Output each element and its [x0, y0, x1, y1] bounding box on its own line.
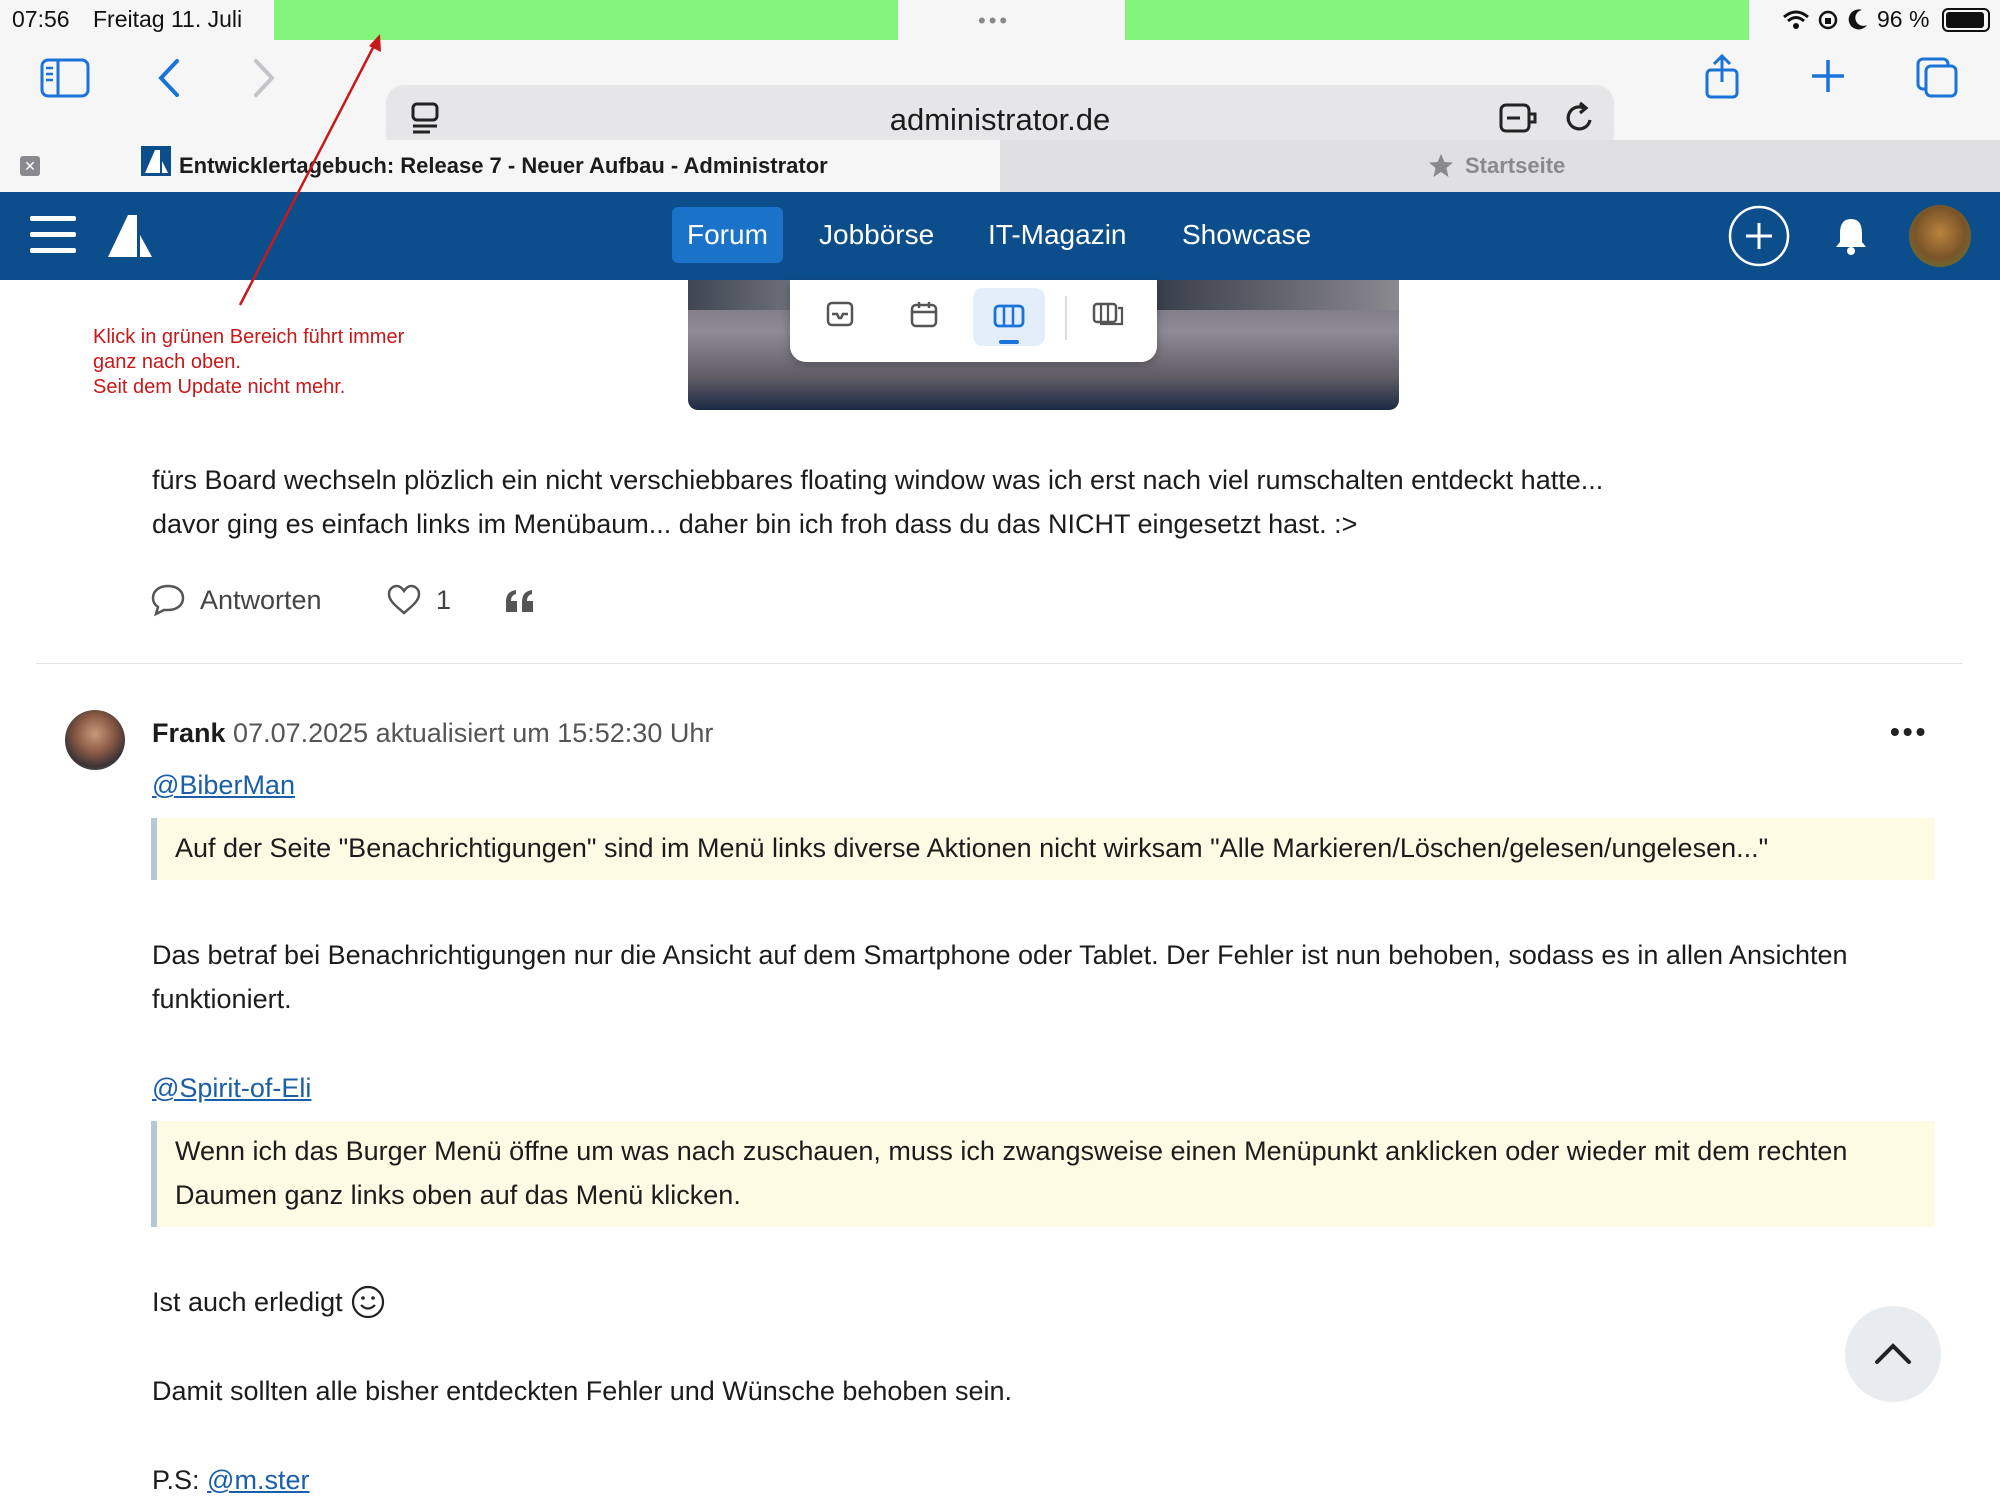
tab-overview-icon[interactable] — [1915, 56, 1959, 98]
post-paragraph-1: Das betraf bei Benachrichtigungen nur di… — [152, 940, 1848, 1014]
scroll-to-top-button[interactable] — [1845, 1306, 1941, 1402]
back-icon[interactable] — [155, 57, 181, 99]
chevron-up-icon — [1875, 1343, 1911, 1364]
post-paragraph-3: Damit sollten alle bisher entdeckten Feh… — [152, 1376, 1013, 1406]
post-header: Frank 07.07.2025 aktualisiert um 15:52:3… — [152, 716, 713, 750]
heart-icon — [387, 584, 421, 615]
ps-prefix: P.S: — [152, 1465, 208, 1495]
annotation-arrow-icon — [238, 34, 381, 306]
wifi-icon — [1783, 10, 1809, 29]
post-meta: 07.07.2025 aktualisiert um 15:52:30 Uhr — [233, 718, 714, 748]
quote-block-2: Wenn ich das Burger Menü öffne um was na… — [151, 1121, 1935, 1227]
post-divider — [36, 663, 1962, 664]
burger-menu-icon[interactable] — [30, 214, 76, 256]
close-tab-icon[interactable]: ✕ — [20, 156, 40, 176]
tab-title-startseite: Startseite — [1465, 153, 1566, 178]
board-list-icon — [1092, 302, 1124, 326]
reply-button[interactable]: Antworten — [150, 580, 322, 620]
mention-biberman-wrap: @BiberMan — [152, 763, 295, 807]
annotation-line: ganz nach oben. — [93, 351, 241, 373]
author-avatar[interactable] — [65, 710, 125, 770]
battery-icon — [1942, 8, 1990, 32]
new-tab-icon[interactable] — [1810, 58, 1846, 94]
reload-icon[interactable] — [1563, 100, 1597, 136]
mention-spirit-wrap: @Spirit-of-Eli — [152, 1066, 311, 1110]
comment-icon — [151, 584, 185, 617]
nav-jobboerse[interactable]: Jobbörse — [804, 207, 949, 263]
post-ps: P.S: @m.ster — [152, 1458, 309, 1502]
user-avatar[interactable] — [1909, 205, 1971, 267]
author-name[interactable]: Frank — [152, 718, 226, 748]
nav-it-magazin[interactable]: IT-Magazin — [973, 207, 1142, 263]
quote-block-1: Auf der Seite "Benachrichtigungen" sind … — [151, 818, 1935, 880]
board-icon — [993, 304, 1025, 328]
post-image — [688, 280, 1399, 410]
mention-m-ster[interactable]: @m.ster — [207, 1465, 309, 1495]
url-text: administrator.de — [889, 102, 1111, 137]
smiley-icon — [351, 1285, 384, 1319]
nav-forum[interactable]: Forum — [672, 207, 783, 263]
share-icon[interactable] — [1703, 54, 1741, 100]
annotation-note: Klick in grünen Bereich führt immer ganz… — [93, 325, 404, 400]
tab-active[interactable]: ✕ Entwicklertagebuch: Release 7 - Neuer … — [0, 140, 1000, 192]
multitasking-dots[interactable]: ••• — [978, 8, 1010, 34]
post-paragraph-2: Ist auch erledigt — [152, 1287, 343, 1317]
floating-window-popup — [790, 280, 1157, 362]
like-button[interactable]: 1 — [386, 580, 451, 620]
post-paragraph-2-wrap: Ist auch erledigt — [152, 1280, 385, 1324]
site-favicon-icon — [141, 146, 171, 176]
previous-post-text: fürs Board wechseln plözlich ein nicht v… — [152, 458, 1603, 546]
board-view-active — [973, 288, 1045, 346]
quote-icon[interactable] — [503, 588, 537, 614]
add-icon[interactable] — [1728, 205, 1790, 267]
previous-post-line: davor ging es einfach links im Menübaum.… — [152, 509, 1358, 539]
status-time: 07:56 — [12, 6, 70, 32]
mention-spirit-of-eli[interactable]: @Spirit-of-Eli — [152, 1073, 311, 1103]
battery-percent: 96 % — [1877, 6, 1930, 32]
bell-icon[interactable] — [1834, 216, 1868, 256]
moon-icon — [1848, 9, 1867, 30]
green-scroll-zone-right[interactable] — [1125, 0, 1749, 43]
tab-startseite[interactable]: Startseite — [1000, 140, 2000, 192]
inbox-icon — [826, 301, 854, 327]
calendar-icon — [910, 302, 938, 328]
extensions-icon[interactable] — [1498, 101, 1538, 135]
reply-label: Antworten — [200, 584, 322, 615]
orientation-lock-icon — [1818, 10, 1838, 30]
annotation-line: Klick in grünen Bereich führt immer — [93, 326, 405, 348]
annotation-line: Seit dem Update nicht mehr. — [93, 376, 346, 398]
nav-showcase[interactable]: Showcase — [1167, 207, 1326, 263]
sidebar-toggle-icon[interactable] — [40, 58, 90, 98]
star-icon — [1429, 154, 1453, 177]
previous-post-line: fürs Board wechseln plözlich ein nicht v… — [152, 465, 1604, 495]
mention-biberman[interactable]: @BiberMan — [152, 770, 295, 800]
administrator-logo-icon[interactable] — [106, 213, 154, 259]
like-count: 1 — [436, 584, 452, 615]
post-options-icon[interactable]: ••• — [1890, 716, 1928, 748]
status-date: Freitag 11. Juli — [93, 6, 243, 32]
